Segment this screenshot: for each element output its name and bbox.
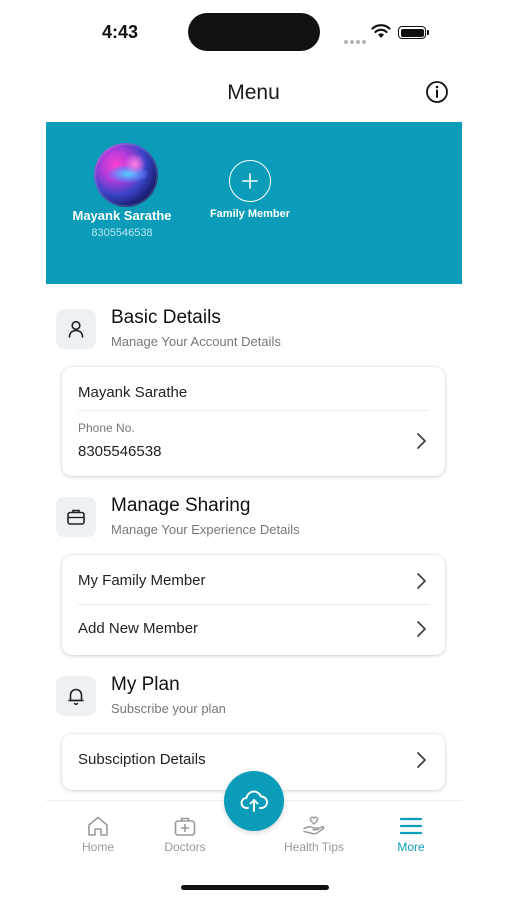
section-subtitle: Manage Your Account Details (111, 334, 281, 349)
info-icon[interactable] (425, 80, 449, 104)
section-icon-box (56, 676, 96, 716)
tab-more[interactable]: More (366, 815, 456, 854)
section-subtitle: Subscribe your plan (111, 701, 226, 716)
family-member-label: Family Member (209, 208, 291, 220)
basic-details-card: Mayank Sarathe Phone No. 8305546538 (62, 367, 445, 476)
cellular-signal-icon (344, 31, 368, 49)
subscription-details-label: Subsciption Details (78, 751, 206, 768)
manage-sharing-card: My Family Member Add New Member (62, 555, 445, 655)
chevron-right-icon (417, 752, 426, 768)
section-icon-box (56, 497, 96, 537)
briefcase-icon (67, 509, 85, 525)
cloud-upload-icon (240, 790, 268, 812)
phone-row[interactable]: Phone No. 8305546538 (78, 420, 429, 464)
add-new-member-row[interactable]: Add New Member (78, 617, 429, 641)
status-time: 4:43 (102, 22, 139, 42)
my-family-member-row[interactable]: My Family Member (78, 569, 429, 593)
nav-header: Menu (46, 70, 461, 115)
battery-icon (398, 26, 429, 39)
section-icon-box (56, 309, 96, 349)
hamburger-menu-icon (399, 817, 423, 835)
tab-home[interactable]: Home (53, 815, 143, 854)
chevron-right-icon (417, 621, 426, 637)
home-indicator (181, 885, 329, 890)
plus-icon (242, 173, 258, 189)
status-bar: 4:43 (0, 0, 507, 62)
medical-bag-icon (174, 817, 196, 836)
my-family-member-label: My Family Member (78, 572, 206, 589)
phone-value: 8305546538 (78, 443, 162, 460)
profile-name: Mayank Sarathe (72, 208, 172, 223)
divider (78, 604, 429, 605)
my-plan-header: My Plan Subscribe your plan (56, 674, 456, 724)
account-name-row: Mayank Sarathe (78, 383, 429, 405)
account-name: Mayank Sarathe (78, 384, 188, 401)
tab-label: Health Tips (283, 840, 345, 854)
tab-doctors[interactable]: Doctors (140, 815, 230, 854)
avatar[interactable] (94, 143, 158, 207)
profile-banner: Mayank Sarathe 8305546538 Family Member (46, 122, 462, 284)
section-title: Manage Sharing (111, 495, 251, 516)
add-family-member-button[interactable] (229, 160, 271, 202)
section-title: Basic Details (111, 307, 221, 328)
tab-label: More (397, 840, 425, 854)
home-icon (88, 816, 108, 836)
dynamic-island (188, 13, 320, 51)
tab-label: Doctors (164, 840, 206, 854)
phone-label: Phone No. (78, 421, 135, 435)
tab-health-tips[interactable]: Health Tips (269, 815, 359, 854)
page-title: Menu (227, 81, 280, 104)
upload-button[interactable] (224, 771, 284, 831)
section-title: My Plan (111, 674, 180, 695)
user-icon (68, 320, 84, 338)
chevron-right-icon (417, 433, 426, 449)
basic-details-header: Basic Details Manage Your Account Detail… (56, 307, 456, 357)
section-subtitle: Manage Your Experience Details (111, 522, 300, 537)
wifi-icon (371, 24, 391, 38)
profile-phone: 8305546538 (91, 227, 153, 239)
manage-sharing-header: Manage Sharing Manage Your Experience De… (56, 495, 456, 545)
add-new-member-label: Add New Member (78, 620, 199, 637)
hand-heart-icon (303, 816, 325, 835)
bell-icon (68, 688, 84, 705)
divider (78, 410, 429, 411)
tab-label: Home (81, 840, 114, 854)
chevron-right-icon (417, 573, 426, 589)
subscription-details-row[interactable]: Subsciption Details (78, 748, 429, 772)
